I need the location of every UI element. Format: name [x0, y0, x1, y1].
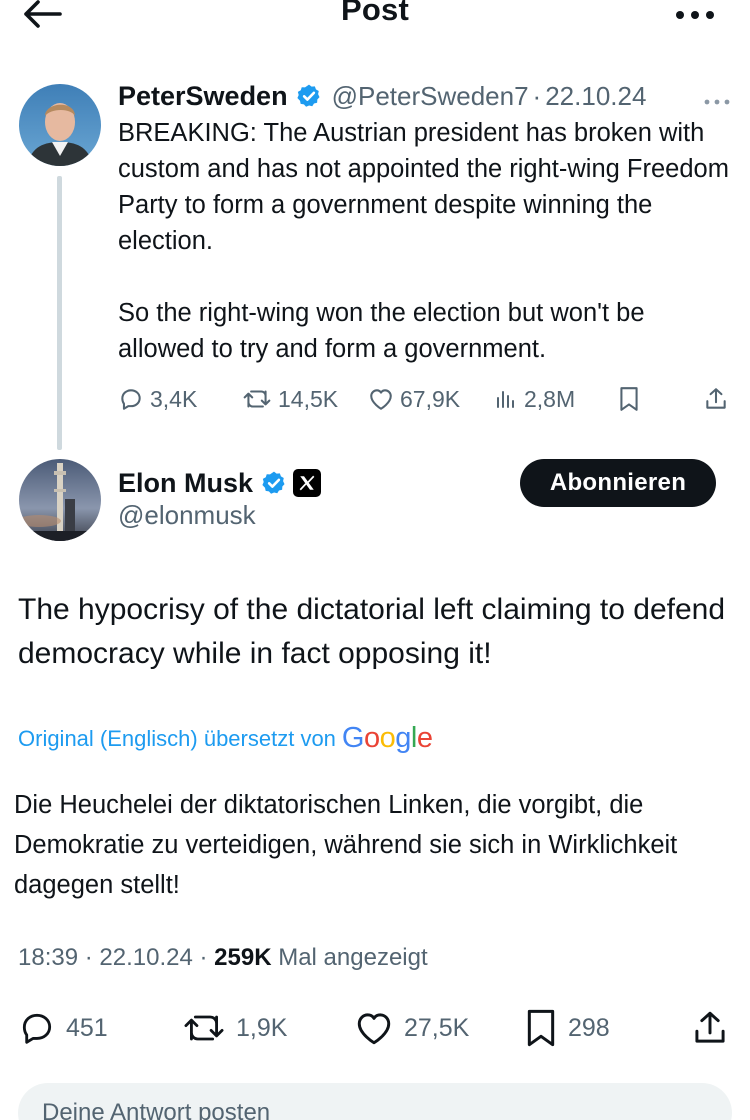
repost-icon [243, 390, 271, 408]
separator-dot: · [84, 944, 93, 971]
parent-like-count: 67,9K [400, 385, 461, 412]
parent-reply-count: 3,4K [150, 385, 198, 412]
separator-dot: · [199, 944, 208, 971]
reply-button[interactable]: 451 [18, 1006, 108, 1050]
parent-tweet-date[interactable]: 22.10.24 [545, 81, 646, 112]
views-count: 259K [214, 944, 272, 971]
share-button[interactable] [692, 1006, 728, 1050]
parent-author-name[interactable]: PeterSweden [118, 81, 288, 112]
bookmark-icon [620, 387, 638, 411]
parent-bookmark-button[interactable] [618, 381, 640, 417]
avatar-petersweden[interactable] [19, 84, 101, 166]
repost-icon [184, 1015, 224, 1041]
verified-badge-icon [262, 471, 285, 494]
heart-icon [370, 389, 392, 410]
translated-text: Die Heuchelei der diktatorischen Linken,… [14, 791, 678, 899]
reply-count: 451 [66, 1013, 108, 1042]
tweet-meta: 18:39 · 22.10.24 · 259K Mal angezeigt [18, 944, 428, 972]
parent-tweet-header: PeterSweden @PeterSweden7 · 22.10.24 [118, 78, 646, 114]
parent-reply-button[interactable]: 3,4K [118, 381, 197, 417]
parent-tweet-paragraph: BREAKING: The Austrian president has bro… [118, 119, 729, 255]
verified-badge-icon [296, 84, 320, 107]
reply-composer[interactable]: Deine Antwort posten [18, 1083, 732, 1120]
repost-button[interactable]: 1,9K [182, 1006, 287, 1050]
parent-views-button[interactable]: 2,8M [494, 381, 575, 417]
share-icon [706, 388, 726, 409]
follow-button[interactable]: Abonnieren [520, 459, 716, 507]
main-author-handle[interactable]: @elonmusk [118, 500, 256, 531]
translation-link[interactable]: Original (Englisch) übersetzt von Google [18, 722, 433, 755]
parent-tweet-paragraph: So the right-wing won the election but w… [118, 299, 645, 363]
google-logo: Google [341, 722, 433, 754]
avatar-elonmusk[interactable] [19, 459, 101, 541]
share-icon [695, 1011, 725, 1043]
tweet-time[interactable]: 18:39 [18, 944, 78, 971]
separator-dot: · [532, 80, 542, 111]
parent-tweet-text: BREAKING: The Austrian president has bro… [118, 115, 738, 367]
parent-author-handle[interactable]: @PeterSweden7 [332, 81, 529, 112]
parent-more-button[interactable] [704, 92, 730, 110]
heart-icon [357, 1013, 391, 1045]
parent-share-button[interactable] [704, 381, 728, 417]
top-bar: Post [0, 0, 750, 56]
page-title: Post [341, 0, 409, 27]
views-label: Mal angezeigt [278, 944, 428, 971]
bookmark-icon [527, 1009, 555, 1047]
bookmark-count: 298 [568, 1013, 610, 1042]
main-tweet-text: The hypocrisy of the dictatorial left cl… [18, 593, 726, 670]
bookmark-button[interactable]: 298 [524, 1006, 610, 1050]
repost-count: 1,9K [236, 1013, 288, 1042]
analytics-icon [497, 391, 514, 408]
more-horizontal-icon [676, 11, 714, 19]
parent-views-count: 2,8M [524, 385, 576, 412]
tweet-date[interactable]: 22.10.24 [99, 944, 192, 971]
translation-label: Original (Englisch) übersetzt von [18, 725, 336, 751]
parent-repost-count: 14,5K [278, 385, 339, 412]
like-count: 27,5K [404, 1013, 470, 1042]
parent-like-button[interactable]: 67,9K [368, 381, 460, 417]
main-author-name[interactable]: Elon Musk [118, 468, 253, 499]
parent-repost-button[interactable]: 14,5K [242, 381, 338, 417]
x-affiliation-icon [293, 469, 322, 497]
parent-action-bar: 3,4K 14,5K 67,9K 2,8M [118, 381, 730, 417]
like-button[interactable]: 27,5K [354, 1006, 469, 1050]
reply-placeholder: Deine Antwort posten [42, 1099, 271, 1120]
reply-icon [22, 1013, 52, 1044]
more-horizontal-icon [704, 99, 730, 105]
more-button[interactable] [670, 0, 720, 30]
main-author-row: Elon Musk [118, 466, 322, 500]
reply-icon [121, 389, 141, 410]
main-action-bar: 451 1,9K 27,5K 298 [18, 1006, 730, 1050]
thread-connector [57, 176, 62, 450]
